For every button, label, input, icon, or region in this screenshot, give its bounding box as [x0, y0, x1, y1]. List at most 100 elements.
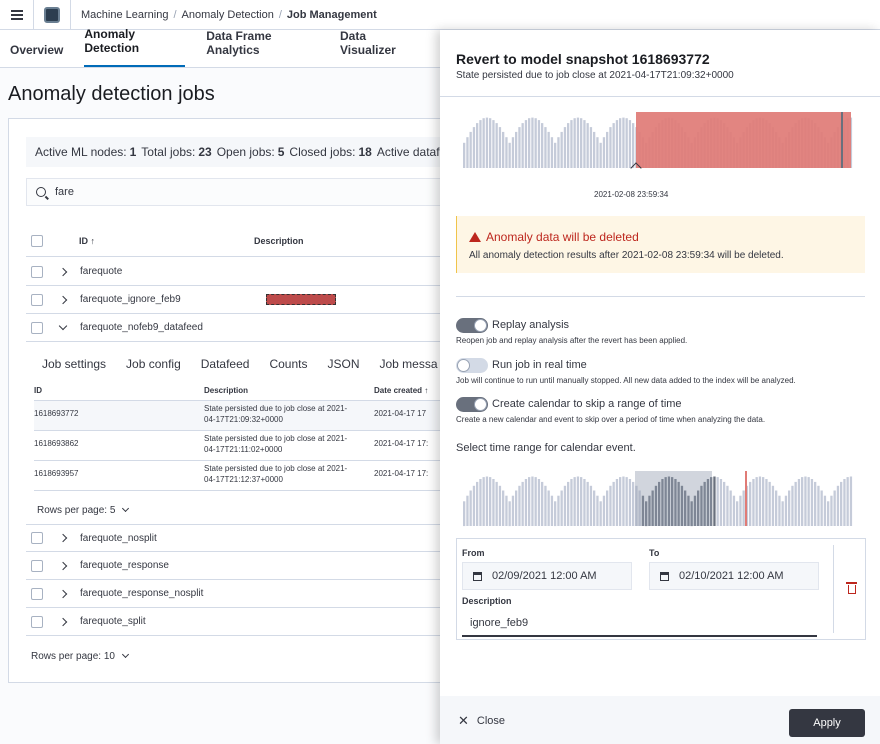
job-id[interactable]: farequote_split	[80, 616, 146, 627]
histogram-bar	[742, 490, 745, 526]
menu-button[interactable]	[4, 2, 30, 28]
replay-analysis-label[interactable]: Replay analysis	[492, 319, 569, 331]
run-realtime-label[interactable]: Run job in real time	[492, 359, 587, 371]
histogram-bar	[606, 131, 609, 168]
expand-chevron-icon[interactable]	[58, 561, 68, 570]
histogram-bar	[502, 490, 505, 526]
job-id[interactable]: farequote_nofeb9_datafeed	[80, 322, 203, 333]
histogram-bar	[599, 501, 602, 527]
histogram-bar	[755, 477, 758, 526]
event-marker	[841, 112, 843, 168]
flyout-title: Revert to model snapshot 1618693772	[456, 51, 710, 67]
table-row[interactable]: farequote_response_nosplit	[26, 580, 456, 608]
tab-data-visualizer[interactable]: Data Visualizer	[340, 29, 419, 67]
table-row[interactable]: farequote_split	[26, 608, 456, 636]
row-checkbox[interactable]	[31, 265, 43, 278]
row-checkbox[interactable]	[31, 532, 43, 544]
histogram-bar	[580, 118, 583, 168]
tab-job-config[interactable]: Job config	[126, 357, 181, 381]
histogram-bar	[583, 479, 586, 526]
trash-icon[interactable]	[846, 582, 857, 594]
histogram-bar	[498, 485, 502, 526]
tab-overview[interactable]: Overview	[10, 43, 63, 67]
header-bar: Machine Learning / Anomaly Detection / J…	[0, 0, 880, 30]
histogram-bar	[573, 118, 576, 168]
breadcrumb-anomaly[interactable]: Anomaly Detection	[182, 9, 274, 21]
column-date-created[interactable]: Date created ↑	[374, 386, 428, 395]
row-checkbox[interactable]	[31, 587, 43, 600]
column-id[interactable]: ID	[34, 386, 42, 395]
table-row[interactable]: farequote_nosplit	[26, 524, 456, 552]
histogram-bar	[836, 485, 840, 526]
table-row[interactable]: farequote_nofeb9_datafeed	[26, 314, 456, 342]
histogram-bar	[723, 481, 726, 526]
expand-chevron-icon[interactable]	[58, 295, 68, 304]
replay-analysis-switch[interactable]	[456, 318, 488, 333]
tab-datafeed[interactable]: Datafeed	[201, 357, 250, 381]
snapshot-description: 04-17T21:09:32+0000	[204, 415, 283, 424]
expand-chevron-icon[interactable]	[58, 617, 68, 626]
job-id[interactable]: farequote_nosplit	[80, 533, 157, 544]
histogram-bar	[586, 481, 589, 526]
column-id[interactable]: ID ↑	[79, 236, 95, 246]
app-logo-icon[interactable]	[44, 6, 60, 23]
expand-chevron-icon[interactable]	[58, 267, 68, 276]
row-checkbox[interactable]	[31, 615, 43, 628]
time-range-chart[interactable]	[463, 471, 853, 528]
selected-range[interactable]	[635, 471, 712, 526]
tab-counts[interactable]: Counts	[269, 357, 307, 381]
row-checkbox[interactable]	[31, 321, 43, 334]
job-id[interactable]: farequote_ignore_feb9	[80, 294, 181, 305]
histogram-bar	[531, 476, 534, 526]
histogram-bar	[788, 490, 791, 526]
replay-analysis-help: Reopen job and replay analysis after the…	[456, 336, 688, 345]
search-icon	[36, 187, 46, 197]
select-all-checkbox[interactable]	[31, 234, 43, 247]
tab-job-messages[interactable]: Job messa	[380, 357, 438, 381]
histogram-bar	[489, 118, 492, 168]
create-calendar-switch[interactable]	[456, 397, 488, 412]
table-header: ID ↑ Description	[26, 225, 456, 257]
histogram-bar	[472, 485, 476, 526]
snapshot-id: 1618693862	[34, 439, 79, 448]
create-calendar-label[interactable]: Create calendar to skip a range of time	[492, 398, 682, 410]
histogram-bar	[528, 477, 531, 526]
tab-json[interactable]: JSON	[327, 357, 359, 381]
column-description[interactable]: Description	[204, 386, 248, 395]
calendar-icon	[473, 571, 482, 581]
apply-button[interactable]: Apply	[789, 709, 865, 737]
snapshot-row[interactable]: 1618693772 State persisted due to job cl…	[34, 401, 456, 431]
row-checkbox[interactable]	[31, 293, 43, 306]
tab-data-frame-analytics[interactable]: Data Frame Analytics	[206, 29, 319, 67]
table-row[interactable]: farequote_ignore_feb9	[26, 286, 456, 314]
histogram-bar	[567, 481, 570, 526]
rows-per-page[interactable]: Rows per page: 10	[31, 650, 142, 662]
histogram-bar	[768, 481, 771, 526]
warning-callout: Anomaly data will be deleted All anomaly…	[456, 216, 865, 273]
table-row[interactable]: farequote_response	[26, 552, 456, 580]
breadcrumb-ml[interactable]: Machine Learning	[81, 9, 168, 21]
description-input[interactable]: ignore_feb9	[462, 611, 817, 637]
from-date-picker[interactable]: 02/09/2021 12:00 AM	[462, 562, 632, 590]
job-id[interactable]: farequote_response	[80, 560, 169, 571]
tab-job-settings[interactable]: Job settings	[42, 357, 106, 381]
search-input[interactable]: fare	[26, 178, 456, 206]
column-description[interactable]: Description	[254, 236, 304, 246]
snapshot-row[interactable]: 1618693862 State persisted due to job cl…	[34, 431, 456, 461]
job-id[interactable]: farequote	[80, 266, 122, 277]
expand-chevron-icon[interactable]	[58, 589, 68, 598]
histogram-bar	[537, 479, 541, 526]
row-checkbox[interactable]	[31, 559, 43, 572]
snapshot-rows-per-page[interactable]: Rows per page: 5	[37, 504, 142, 516]
close-icon: ✕	[458, 713, 469, 728]
close-button[interactable]: ✕ Close	[458, 713, 505, 729]
job-id[interactable]: farequote_response_nosplit	[80, 588, 203, 599]
snapshot-row[interactable]: 1618693957 State persisted due to job cl…	[34, 461, 456, 491]
collapse-chevron-icon[interactable]	[58, 321, 68, 331]
table-row[interactable]: farequote	[26, 258, 456, 286]
expand-chevron-icon[interactable]	[58, 533, 68, 543]
run-realtime-switch[interactable]	[456, 358, 488, 373]
tab-anomaly-detection[interactable]: Anomaly Detection	[84, 27, 186, 67]
histogram-bar	[544, 485, 547, 526]
to-date-picker[interactable]: 02/10/2021 12:00 AM	[649, 562, 819, 590]
